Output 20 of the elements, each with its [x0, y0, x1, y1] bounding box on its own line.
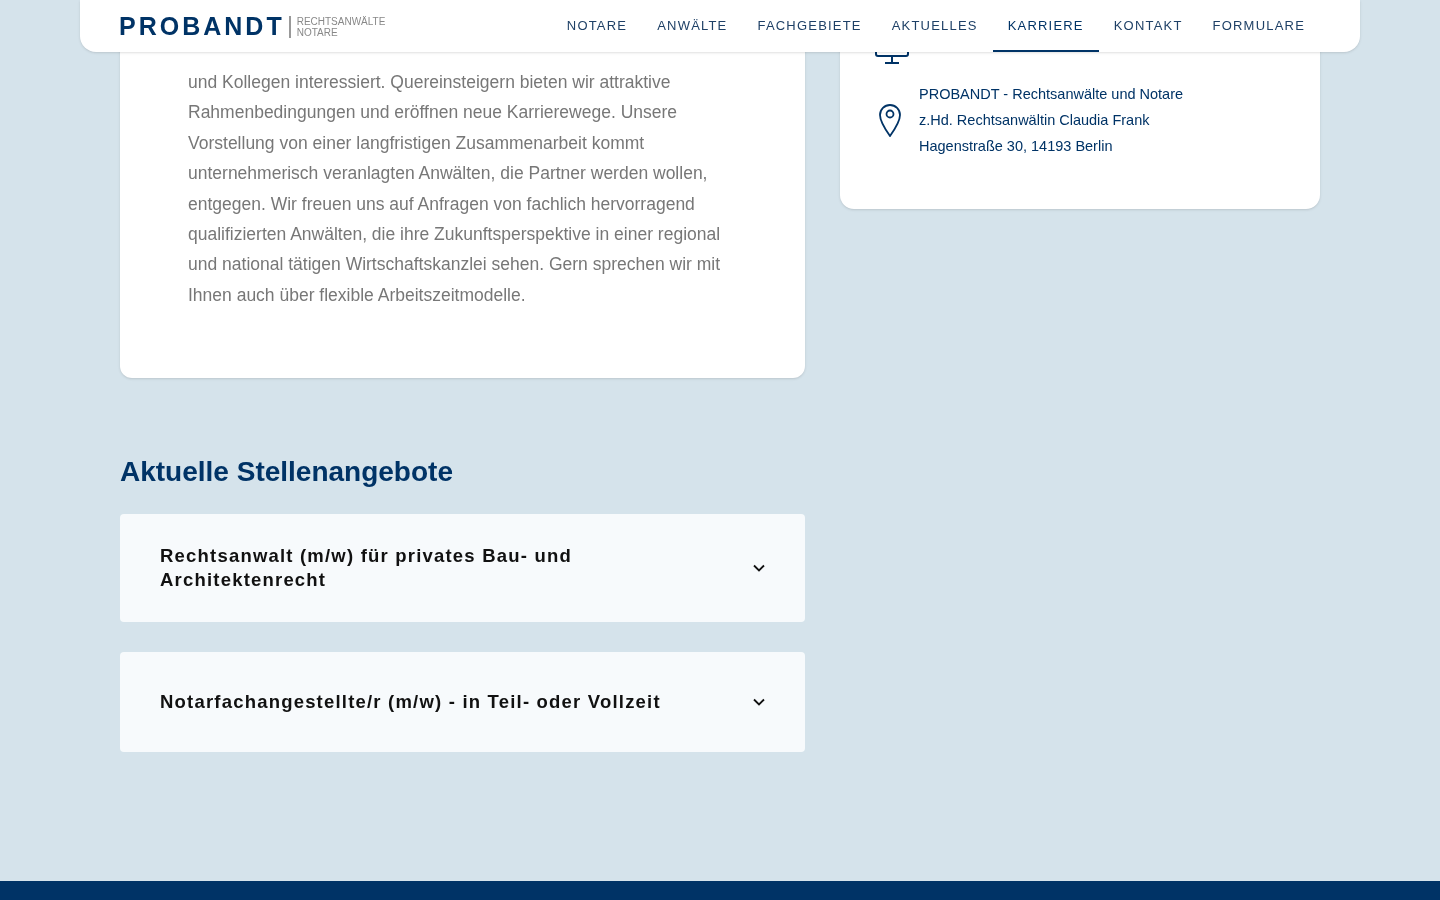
nav-link[interactable]: AKTUELLES — [876, 0, 993, 52]
job-title: Rechtsanwalt (m/w) für privates Bau- und Architektenrecht — [160, 544, 573, 593]
nav-link[interactable]: KONTAKT — [1098, 0, 1198, 52]
logo-wordmark[interactable]: PROBANDT — [119, 13, 285, 39]
address-line: PROBANDT - Rechtsanwälte und Notare — [919, 85, 1184, 104]
section-heading: Aktuelle Stellenangebote — [120, 455, 454, 490]
job-accordion[interactable]: Rechtsanwalt (m/w) für privates Bau- und Architektenrecht — [120, 514, 805, 623]
address-line: z.Hd. Rechtsanwältin Claudia Frank — [919, 111, 1151, 130]
nav-link[interactable]: FORMULARE — [1197, 0, 1320, 52]
monitor-icon — [875, 52, 909, 64]
job-accordion[interactable]: Notarfachangestellte/r (m/w) - in Teil- oder Vollzeit — [120, 652, 805, 753]
address-line: Hagenstraße 30, 14193 Berlin — [919, 137, 1114, 156]
nav-link[interactable]: FACHGEBIETE — [742, 0, 877, 52]
intro-paragraph: und Kollegen interessiert. Quereinsteigern bieten wir attraktive Rahmenbedingungen und eröffnen neue Karrierewege. Unsere Vorstellung von einer langfristigen Zusammenarbeit kommt unternehmerisch veranlagten Anwälten, die Partner werden wollen, entgegen. Wir freuen uns auf Anfragen von fachlich hervorragend qualifizierten Anwälten, die ihre Zukunftsperspektive in einer regional und national tätigen Wirtschaftskanzlei sehen. Gern sprechen wir mit Ihnen auch über flexible Arbeitszeitmodelle. — [188, 71, 722, 307]
nav-link[interactable]: ANWÄLTE — [642, 0, 743, 52]
logo-tagline: RECHTSANWÄLTE — [296, 16, 386, 27]
job-title: Notarfachangestellte/r (m/w) - in Teil- oder Vollzeit — [160, 690, 662, 715]
nav-link[interactable]: KARRIERE — [992, 0, 1099, 52]
nav-link[interactable]: NOTARE — [551, 0, 643, 52]
logo-tagline: NOTARE — [296, 27, 339, 38]
